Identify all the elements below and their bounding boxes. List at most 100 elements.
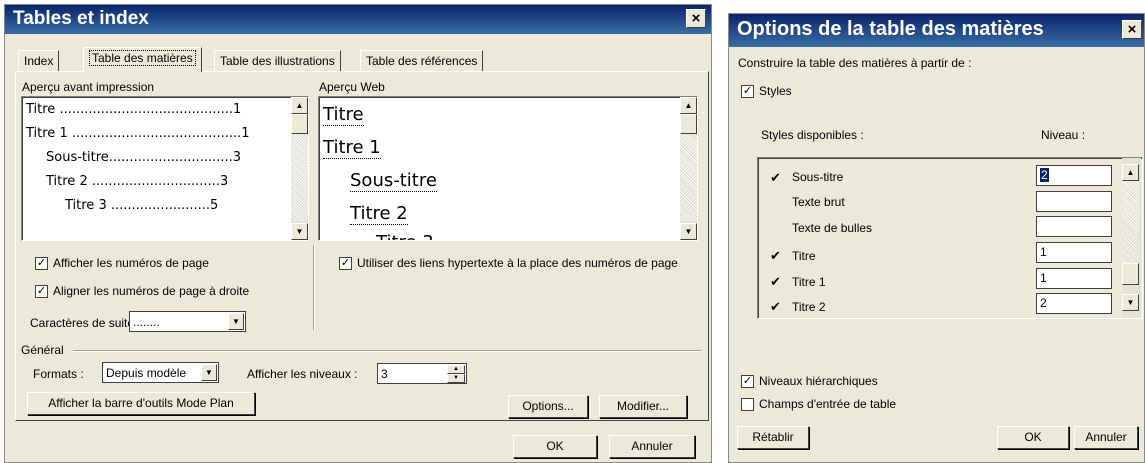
web-link: Titre 3 [376,232,434,240]
tab-leader-value: ........ [133,315,160,329]
level-value: 2 [1040,296,1047,310]
web-preview-box: Titre Titre 1 Sous-titre Titre 2 Titre 3… [318,96,698,241]
style-name: Titre 2 [792,300,826,314]
table-entry-fields-label: Champs d'entrée de table [759,397,897,411]
modify-button[interactable]: Modifier... [599,395,687,418]
styles-list: ✔ Sous-titre 2 Texte brut Texte de bulle… [757,157,1143,319]
styles-checkbox[interactable]: ✓ [741,85,754,98]
toc-entry: Titre 3 ........................5 [65,198,219,213]
tab-label: Table des illustrations [220,54,335,68]
style-name: Texte de bulles [792,221,873,235]
level-value: 1 [1040,245,1047,259]
reset-button[interactable]: Rétablir [737,426,809,449]
options-button[interactable]: Options... [508,395,588,418]
tab-leader-label: Caractères de suite : [30,316,141,330]
web-link: Titre [323,104,364,126]
ok-button[interactable]: OK [513,435,597,458]
scroll-down-icon[interactable]: ▼ [1122,294,1139,311]
level-input[interactable]: 2 [1036,165,1112,186]
scroll-thumb[interactable] [680,114,697,134]
scroll-up-icon[interactable]: ▲ [291,97,308,114]
level-label: Niveau : [1041,128,1086,142]
scroll-track[interactable] [1122,181,1139,263]
style-name: Sous-titre [792,170,844,184]
scroll-thumb[interactable] [1122,263,1139,285]
tables-index-dialog: Tables et index × Index Table des matièr… [4,4,712,463]
toc-entry: Titre 1 ................................… [26,126,250,141]
spin-up-icon[interactable]: ▲ [447,365,465,374]
align-page-numbers-checkbox[interactable]: ✓ [35,285,48,298]
web-link: Titre 1 [323,137,381,159]
level-input[interactable] [1036,191,1112,212]
scroll-track[interactable] [680,134,697,221]
scroll-track[interactable] [291,134,308,221]
use-hyperlinks-checkbox[interactable]: ✓ [339,257,352,270]
align-page-numbers-label: Aligner les numéros de page à droite [53,284,250,298]
formats-value: Depuis modèle [106,366,187,380]
show-levels-label: Afficher les niveaux : [247,367,358,381]
tab-table-of-figures[interactable]: Table des illustrations [214,50,341,72]
dialog-title: Options de la table des matières [729,14,1144,47]
formats-select[interactable]: Depuis modèle ▼ [102,362,219,383]
outline-toolbar-button[interactable]: Afficher la barre d'outils Mode Plan [27,392,255,415]
scroll-down-icon[interactable]: ▼ [291,223,308,240]
build-from-label: Construire la table des matières à parti… [738,56,972,70]
tab-label: Table des matières [89,50,196,66]
styles-label: Styles [759,84,792,98]
chevron-down-icon[interactable]: ▼ [201,364,217,381]
style-name: Titre [792,249,816,263]
level-value: 2 [1040,168,1049,182]
ok-button[interactable]: OK [997,426,1069,449]
style-name: Texte brut [792,195,845,209]
tab-leader-select[interactable]: ........ ▼ [129,311,246,332]
formats-label: Formats : [33,367,84,381]
scroll-down-icon[interactable]: ▼ [680,223,697,240]
checkmark-icon: ✔ [770,299,781,314]
spin-down-icon[interactable]: ▼ [447,374,465,383]
checkmark-icon: ✔ [770,248,781,263]
checkmark-icon: ✔ [770,274,781,289]
print-preview-box: Titre ..................................… [21,96,309,241]
level-input[interactable]: 1 [1036,242,1112,263]
available-styles-label: Styles disponibles : [761,128,864,142]
style-name: Titre 1 [792,275,826,289]
close-icon[interactable]: × [686,9,706,28]
scroll-up-icon[interactable]: ▲ [1122,164,1139,181]
checkmark-icon: ✔ [770,170,781,185]
scroll-thumb[interactable] [291,114,308,134]
level-input[interactable]: 1 [1036,268,1112,289]
cancel-button[interactable]: Annuler [609,435,695,458]
close-icon[interactable]: × [1122,20,1142,39]
table-entry-fields-checkbox[interactable] [741,398,754,411]
web-preview-label: Aperçu Web [319,80,385,94]
chevron-down-icon[interactable]: ▼ [228,313,244,330]
web-link: Sous-titre [350,170,437,192]
cancel-button[interactable]: Annuler [1074,426,1138,449]
tab-label: Index [24,54,54,68]
show-levels-spinner[interactable]: 3 ▲ ▼ [377,363,467,384]
scrollbar[interactable]: ▲ ▼ [291,97,308,240]
print-preview-label: Aperçu avant impression [22,80,155,94]
level-input[interactable] [1036,216,1112,237]
general-divider [73,350,701,352]
level-value: 1 [1040,271,1047,285]
tab-table-of-contents[interactable]: Table des matières [83,47,202,72]
vertical-divider [313,245,315,330]
tab-table-of-authorities[interactable]: Table des références [360,50,484,72]
scrollbar[interactable]: ▲ ▼ [1122,158,1141,318]
tab-index[interactable]: Index [18,50,60,72]
show-levels-value: 3 [381,367,388,381]
web-link: Titre 2 [350,203,408,225]
outline-levels-checkbox[interactable]: ✓ [741,375,754,388]
scroll-up-icon[interactable]: ▲ [680,97,697,114]
toc-options-dialog: Options de la table des matières × Const… [728,13,1145,463]
show-page-numbers-checkbox[interactable]: ✓ [35,257,48,270]
level-input[interactable]: 2 [1036,293,1112,314]
show-page-numbers-label: Afficher les numéros de page [53,256,209,270]
toc-entry: Titre ..................................… [26,102,242,117]
general-label: Général [21,343,64,357]
toc-entry: Titre 2 ...............................3 [46,174,229,189]
scrollbar[interactable]: ▲ ▼ [680,97,697,240]
use-hyperlinks-label: Utiliser des liens hypertexte à la place… [357,256,678,270]
outline-levels-label: Niveaux hiérarchiques [759,374,878,388]
